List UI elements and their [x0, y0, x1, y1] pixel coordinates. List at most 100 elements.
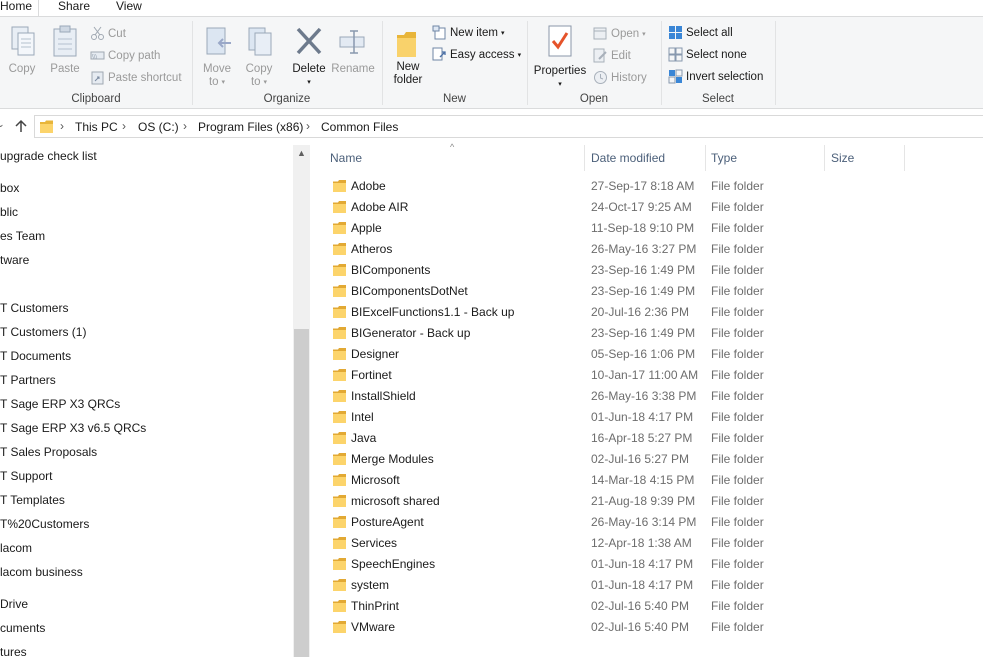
copy-icon — [11, 26, 35, 56]
rename-button[interactable]: Rename — [330, 21, 376, 89]
scroll-up-arrow-icon[interactable]: ▲ — [293, 145, 310, 162]
table-row[interactable]: Microsoft 14-Mar-18 4:15 PM File folder — [310, 470, 983, 491]
table-row[interactable]: system 01-Jun-18 4:17 PM File folder — [310, 575, 983, 596]
paste-button[interactable]: Paste — [46, 21, 84, 89]
table-row[interactable]: Apple 11-Sep-18 9:10 PM File folder — [310, 218, 983, 239]
file-type: File folder — [711, 389, 764, 403]
folder-icon — [333, 474, 346, 486]
table-row[interactable]: PostureAgent 26-May-16 3:14 PM File folder — [310, 512, 983, 533]
breadcrumb-separator[interactable]: › — [183, 119, 187, 133]
column-header-size[interactable]: Size — [831, 151, 854, 165]
column-header-name[interactable]: Name — [330, 151, 362, 165]
table-row[interactable]: Designer 05-Sep-16 1:06 PM File folder — [310, 344, 983, 365]
table-row[interactable]: Java 16-Apr-18 5:27 PM File folder — [310, 428, 983, 449]
nav-item[interactable]: blic — [0, 202, 18, 222]
nav-item[interactable]: upgrade check list — [0, 146, 97, 166]
table-row[interactable]: InstallShield 26-May-16 3:38 PM File folde… — [310, 386, 983, 407]
table-row[interactable]: BIExcelFunctions1.1 - Back up 20-Jul-16 2… — [310, 302, 983, 323]
nav-item[interactable]: T Customers — [0, 298, 68, 318]
nav-item[interactable]: T%20Customers — [0, 514, 89, 534]
copy-button[interactable]: Copy — [4, 21, 40, 89]
breadcrumb-program-files-x86[interactable]: Program Files (x86) — [198, 120, 303, 134]
nav-item[interactable]: T Sales Proposals — [0, 442, 97, 462]
tab-view[interactable]: View — [116, 0, 142, 16]
table-row[interactable]: BIGenerator - Back up 23-Sep-16 1:49 PM Fi… — [310, 323, 983, 344]
table-row[interactable]: Fortinet 10-Jan-17 11:00 AM File folder — [310, 365, 983, 386]
file-name: microsoft shared — [351, 494, 440, 508]
table-row[interactable]: BIComponentsDotNet 23-Sep-16 1:49 PM File … — [310, 281, 983, 302]
column-divider[interactable] — [705, 145, 706, 171]
group-separator — [775, 21, 776, 105]
column-header-type[interactable]: Type — [711, 151, 737, 165]
tab-home[interactable]: Home — [0, 0, 40, 16]
table-row[interactable]: VMware 02-Jul-16 5:40 PM File folder — [310, 617, 983, 638]
copy-to-button[interactable]: Copy to ▾ — [240, 21, 278, 89]
nav-item[interactable]: T Support — [0, 466, 52, 486]
table-row[interactable]: microsoft shared 21-Aug-18 9:39 PM File fo… — [310, 491, 983, 512]
table-row[interactable]: Adobe AIR 24-Oct-17 9:25 AM File folder — [310, 197, 983, 218]
file-date-modified: 02-Jul-16 5:40 PM — [591, 599, 690, 613]
table-row[interactable]: Intel 01-Jun-18 4:17 PM File folder — [310, 407, 983, 428]
nav-item[interactable]: T Customers (1) — [0, 322, 86, 342]
nav-item[interactable]: lacom business — [0, 562, 83, 582]
new-folder-icon — [397, 32, 416, 57]
column-header-date-modified[interactable]: Date modified — [591, 151, 665, 165]
nav-item[interactable]: box — [0, 178, 19, 198]
file-date-modified: 23-Sep-16 1:49 PM — [591, 284, 696, 298]
file-name: Intel — [351, 410, 374, 424]
folder-icon — [333, 285, 346, 297]
nav-item[interactable]: T Sage ERP X3 QRCs — [0, 394, 120, 414]
breadcrumb-common-files[interactable]: Common Files — [321, 120, 398, 134]
file-name: BIGenerator - Back up — [351, 326, 471, 340]
select-all-icon — [669, 26, 682, 39]
address-row: ⌄ › This PC › OS (C:) › Program Files (x… — [0, 109, 983, 145]
nav-scrollbar-thumb[interactable] — [294, 329, 309, 657]
tab-share[interactable]: Share — [58, 0, 90, 16]
nav-item[interactable]: lacom — [0, 538, 32, 558]
column-divider[interactable] — [904, 145, 905, 171]
file-list: Name ^ Date modified Type Size Adobe 27-S… — [310, 142, 983, 657]
file-name: SpeechEngines — [351, 557, 436, 571]
table-row[interactable]: Merge Modules 02-Jul-16 5:27 PM File folde… — [310, 449, 983, 470]
breadcrumb-this-pc[interactable]: This PC — [75, 120, 118, 134]
table-row[interactable]: Atheros 26-May-16 3:27 PM File folder — [310, 239, 983, 260]
table-row[interactable]: ThinPrint 02-Jul-16 5:40 PM File folder — [310, 596, 983, 617]
column-divider[interactable] — [584, 145, 585, 171]
nav-item[interactable]: Drive — [0, 594, 28, 614]
table-row[interactable]: Services 12-Apr-18 1:38 AM File folder — [310, 533, 983, 554]
new-folder-button[interactable]: New folder — [388, 21, 428, 93]
new-item-icon — [432, 25, 446, 40]
delete-x-icon — [296, 27, 322, 55]
breadcrumb-separator[interactable]: › — [122, 119, 126, 133]
nav-item[interactable]: T Partners — [0, 370, 56, 390]
table-row[interactable]: SpeechEngines 01-Jun-18 4:17 PM File folde… — [310, 554, 983, 575]
folder-icon — [333, 390, 346, 402]
properties-button[interactable]: Properties ▾ — [532, 21, 588, 89]
address-bar[interactable]: › This PC › OS (C:) › Program Files (x86… — [34, 115, 983, 138]
nav-item[interactable]: T Documents — [0, 346, 71, 366]
nav-item[interactable]: T Sage ERP X3 v6.5 QRCs — [0, 418, 146, 438]
delete-button[interactable]: Delete ▾ — [288, 21, 330, 89]
nav-item[interactable]: es Team — [0, 226, 45, 246]
up-arrow-icon[interactable] — [14, 119, 28, 133]
breadcrumb-separator[interactable]: › — [60, 119, 64, 133]
move-to-button[interactable]: Move to ▾ — [198, 21, 236, 89]
file-date-modified: 14-Mar-18 4:15 PM — [591, 473, 695, 487]
folder-icon — [333, 537, 346, 549]
folder-icon — [333, 306, 346, 318]
breadcrumb-os-c[interactable]: OS (C:) — [138, 120, 179, 134]
file-date-modified: 12-Apr-18 1:38 AM — [591, 536, 692, 550]
recent-locations-chevron-icon[interactable]: ⌄ — [0, 119, 5, 130]
breadcrumb-separator[interactable]: › — [306, 119, 310, 133]
file-name: ThinPrint — [351, 599, 400, 613]
nav-item[interactable]: T Templates — [0, 490, 65, 510]
folder-icon — [333, 222, 346, 234]
folder-icon — [333, 264, 346, 276]
nav-item[interactable]: tware — [0, 250, 29, 270]
nav-item[interactable]: cuments — [0, 618, 45, 638]
nav-item[interactable]: tures — [0, 642, 27, 657]
table-row[interactable]: BIComponents 23-Sep-16 1:49 PM File folder — [310, 260, 983, 281]
file-name: VMware — [351, 620, 396, 634]
table-row[interactable]: Adobe 27-Sep-17 8:18 AM File folder — [310, 176, 983, 197]
column-divider[interactable] — [824, 145, 825, 171]
